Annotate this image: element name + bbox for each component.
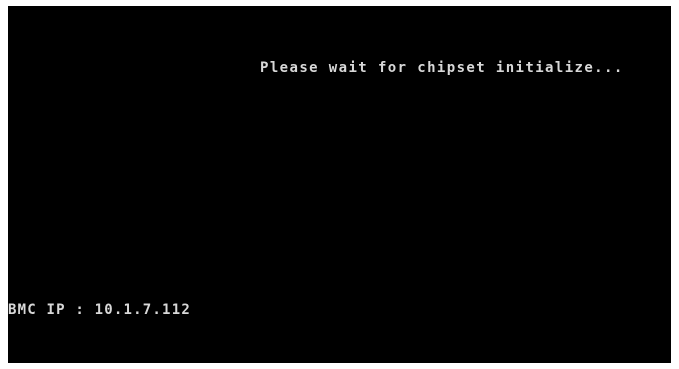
screen-frame: Please wait for chipset initialize... BM…	[0, 0, 679, 369]
boot-console: Please wait for chipset initialize... BM…	[8, 6, 671, 363]
bmc-ip-readout: BMC IP : 10.1.7.112	[8, 302, 191, 318]
chipset-status-message: Please wait for chipset initialize...	[260, 60, 624, 76]
